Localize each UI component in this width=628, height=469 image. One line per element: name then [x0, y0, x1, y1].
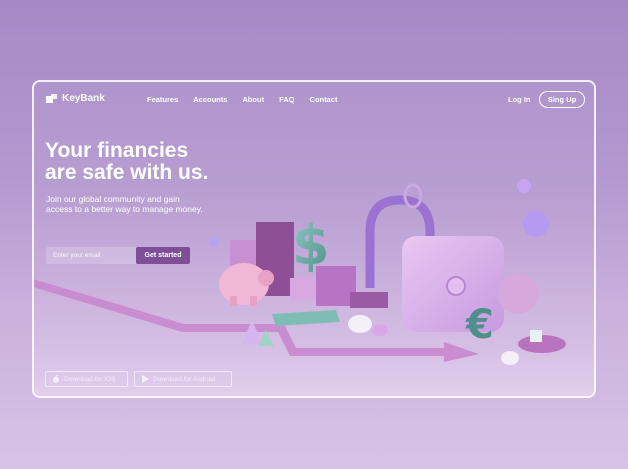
dome — [348, 315, 372, 333]
login-link[interactable]: Log In — [508, 95, 531, 104]
nav-item-about[interactable]: About — [242, 95, 264, 104]
nav-menu: Features Accounts About FAQ Contact — [147, 95, 337, 104]
sphere — [523, 211, 549, 237]
email-signup-form: Get started — [46, 247, 190, 264]
nav-item-contact[interactable]: Contact — [310, 95, 338, 104]
nav-item-faq[interactable]: FAQ — [279, 95, 294, 104]
top-nav: KeyBank Features Accounts About FAQ Cont… — [34, 82, 594, 120]
brand-logo[interactable]: KeyBank — [46, 93, 105, 104]
email-input[interactable] — [46, 247, 136, 264]
nav-item-features[interactable]: Features — [147, 95, 178, 104]
headline-line-1: Your financies — [45, 139, 189, 162]
download-ios-label: Download for IOS — [64, 375, 116, 383]
piggy-snout — [258, 270, 274, 286]
subtitle-line-2: access to a better way to manage money. — [46, 203, 203, 214]
bar-block-5 — [350, 292, 388, 308]
download-android-button[interactable]: Download for Android — [134, 371, 232, 387]
nav-item-accounts[interactable]: Accounts — [193, 95, 227, 104]
piggy-leg — [230, 296, 237, 306]
dome — [372, 324, 388, 336]
sphere — [517, 179, 531, 193]
brand-name: KeyBank — [62, 93, 105, 104]
get-started-button[interactable]: Get started — [136, 247, 190, 264]
apple-icon — [53, 375, 59, 383]
download-android-label: Download for Android — [153, 375, 216, 383]
euro-symbol: € — [465, 302, 494, 348]
hero-frame: $ € KeyBank Features Accounts About FAQ … — [32, 80, 596, 398]
dome — [501, 351, 519, 365]
play-store-icon — [142, 375, 149, 383]
headline-line-2: are safe with us. — [45, 161, 209, 184]
finance-illustration: $ € — [34, 179, 594, 396]
piggy-leg — [250, 296, 257, 306]
bar-block-3 — [290, 278, 318, 300]
pie-coin — [498, 274, 538, 314]
hero-subtitle: Join our global community and gain acces… — [46, 194, 246, 214]
coin-cup — [530, 330, 542, 342]
sphere — [209, 237, 219, 247]
safe-dial — [446, 276, 466, 296]
download-ios-button[interactable]: Download for IOS — [45, 371, 128, 387]
signup-button[interactable]: Sing Up — [539, 91, 585, 108]
dollar-symbol: $ — [292, 214, 330, 277]
key-logo-icon — [46, 94, 57, 103]
hero-headline: Your financies are safe with us. — [45, 140, 265, 184]
